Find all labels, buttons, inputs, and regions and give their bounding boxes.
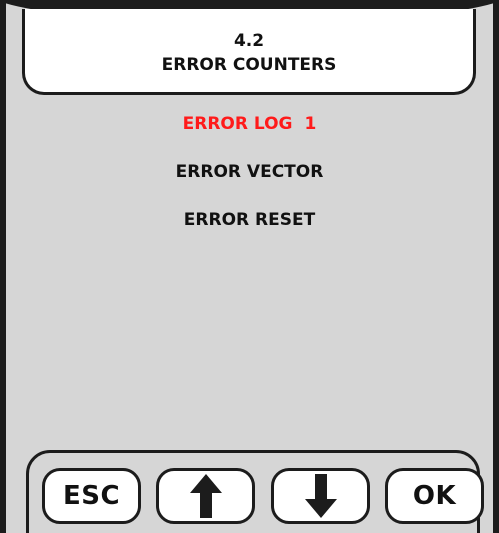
ok-button[interactable]: OK: [385, 468, 484, 524]
section-number: 4.2: [233, 31, 265, 51]
menu-item-count: 1: [304, 114, 317, 134]
title-panel: 4.2 ERROR COUNTERS: [22, 9, 476, 95]
menu-item-label: ERROR RESET: [183, 210, 316, 230]
arrow-down-icon: [304, 474, 337, 518]
esc-label: ESC: [62, 481, 121, 511]
left-bezel: [0, 0, 6, 533]
button-bar: ESC OK: [26, 450, 484, 533]
menu-item-error-reset[interactable]: ERROR RESET: [6, 202, 493, 238]
menu-item-label: ERROR VECTOR: [175, 162, 324, 182]
page-title: ERROR COUNTERS: [161, 55, 337, 75]
ok-label: OK: [412, 481, 457, 511]
menu-item-error-vector[interactable]: ERROR VECTOR: [6, 154, 493, 190]
menu-item-label: ERROR LOG: [182, 114, 293, 134]
device-screen: 4.2 ERROR COUNTERS ERROR LOG 1 ERROR VECT…: [0, 0, 499, 533]
arrow-up-icon: [189, 474, 222, 518]
up-button[interactable]: [156, 468, 255, 524]
right-bezel: [493, 0, 499, 533]
down-button[interactable]: [271, 468, 370, 524]
menu-item-error-log[interactable]: ERROR LOG 1: [6, 106, 493, 142]
esc-button[interactable]: ESC: [42, 468, 141, 524]
